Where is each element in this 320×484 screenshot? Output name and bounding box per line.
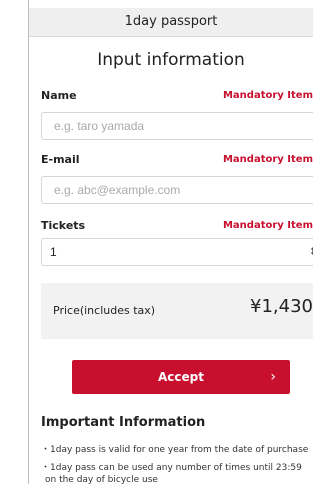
email-input[interactable]: e.g. abc@example.com — [41, 176, 313, 204]
important-info-line: ・1day pass can be used any number of tim… — [41, 463, 302, 473]
important-info-title: Important Information — [41, 415, 206, 430]
chevron-right-icon: › — [270, 369, 276, 385]
price-summary: Price(includes tax) ¥1,430 — [41, 283, 313, 339]
app-frame: 1day passport Input information Name Man… — [28, 0, 313, 484]
tickets-select[interactable]: 1 ⇕ — [41, 238, 313, 266]
tickets-value: 1 — [50, 245, 57, 259]
tickets-mandatory-badge: Mandatory Item — [222, 220, 313, 231]
updown-chevron-icon: ⇕ — [309, 239, 313, 265]
price-label: Price(includes tax) — [53, 304, 156, 317]
important-info-line: ・1day pass is valid for one year from th… — [41, 445, 309, 455]
accept-button[interactable]: Accept › — [72, 360, 290, 394]
email-label: E-mail — [41, 153, 80, 166]
accept-label: Accept — [158, 370, 204, 384]
email-mandatory-badge: Mandatory Item — [222, 154, 313, 165]
name-input[interactable]: e.g. taro yamada — [41, 112, 313, 140]
tickets-label: Tickets — [41, 219, 86, 232]
page-title: Input information — [97, 50, 245, 70]
important-info-line: on the day of bicycle use — [45, 475, 158, 484]
name-mandatory-badge: Mandatory Item — [222, 90, 313, 101]
header-title: 1day passport — [29, 8, 313, 37]
name-label: Name — [41, 89, 77, 102]
price-value: ¥1,430 — [250, 296, 313, 317]
